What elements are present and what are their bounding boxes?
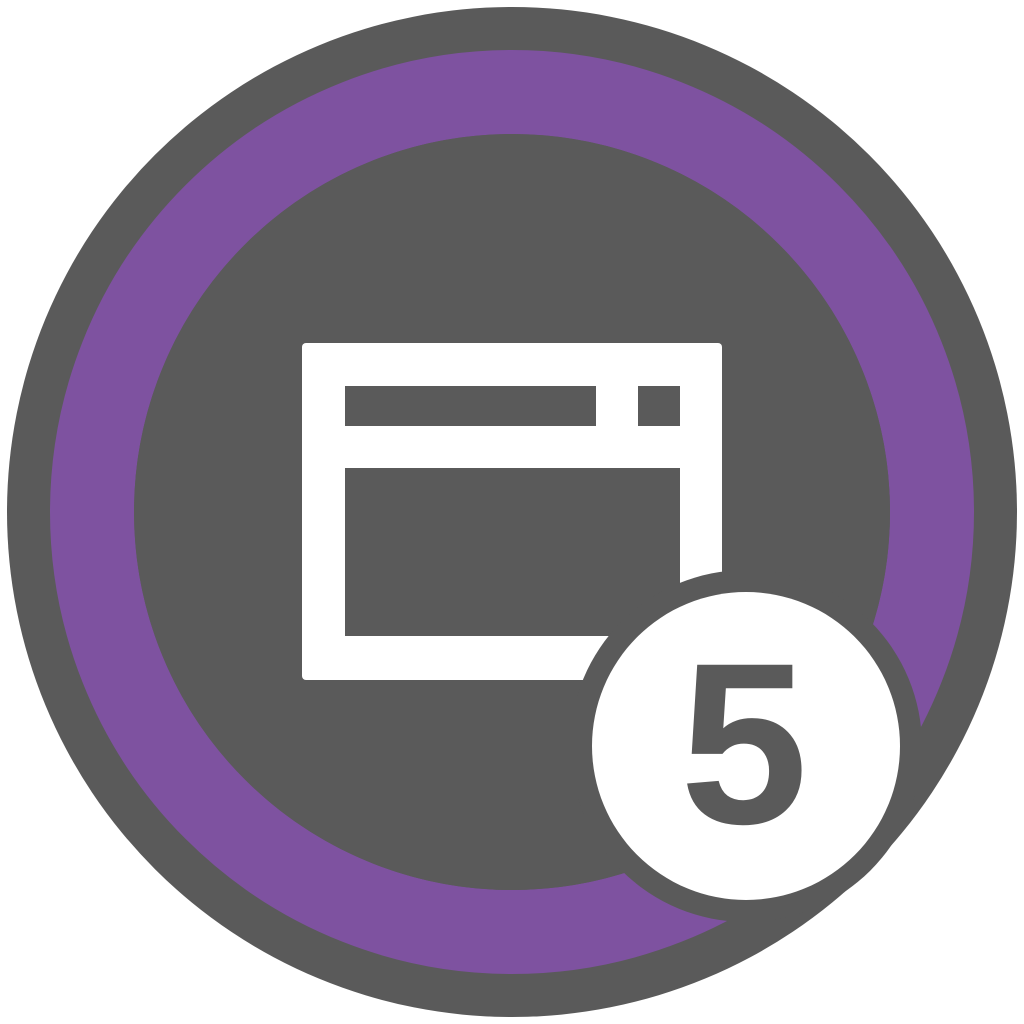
app-icon: 5 — [0, 0, 1024, 1024]
app-icon-graphic: 5 — [7, 7, 1017, 1017]
badge-count-label: 5 — [680, 615, 808, 872]
count-badge: 5 — [570, 570, 922, 922]
